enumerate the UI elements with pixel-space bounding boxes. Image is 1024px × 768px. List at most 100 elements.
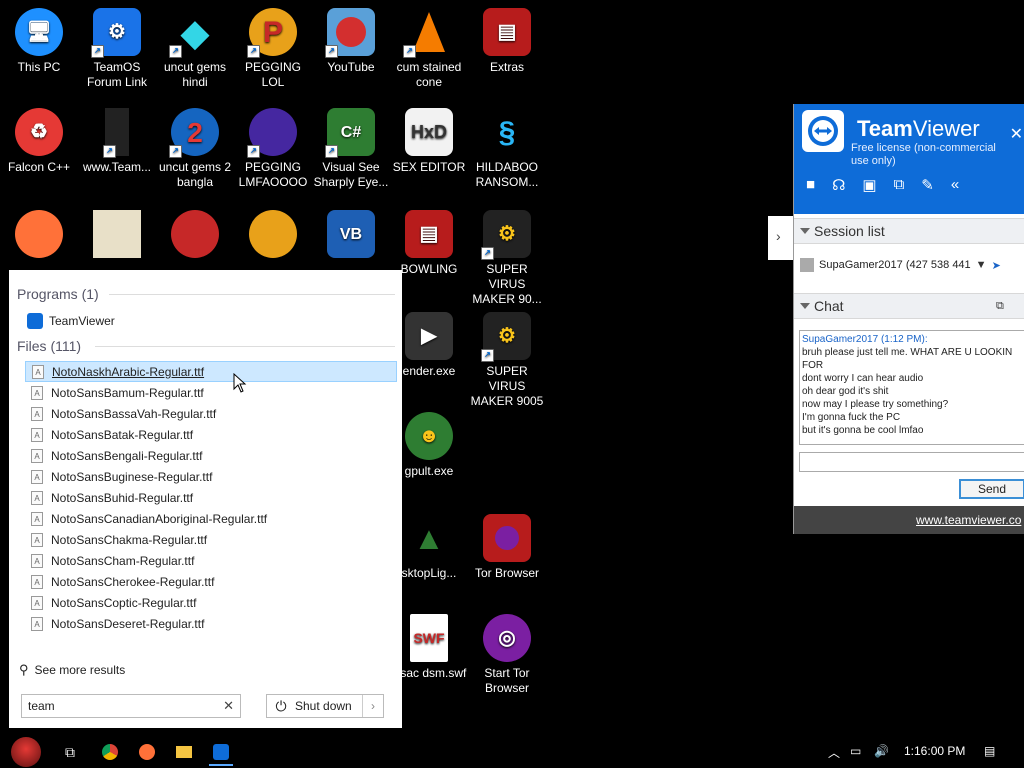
hildaboo-ransom-icon[interactable]: § HILDABOO RANSOM... <box>468 108 546 190</box>
clear-search-icon[interactable]: ✕ <box>223 698 234 714</box>
program-result-teamviewer[interactable]: TeamViewer <box>27 312 115 330</box>
file-result[interactable]: A NotoSansBassaVah-Regular.ttf <box>25 403 397 424</box>
file-result[interactable]: A NotoSansBatak-Regular.ttf <box>25 424 397 445</box>
file-result[interactable]: A NotoSansBuginese-Regular.ttf <box>25 466 397 487</box>
extras-icon[interactable]: ▤ Extras <box>468 8 546 75</box>
file-result[interactable]: A NotoSansCherokee-Regular.ttf <box>25 571 397 592</box>
session-list-header[interactable]: Session list <box>794 218 1024 244</box>
file-result[interactable]: A NotoSansBuhid-Regular.ttf <box>25 487 397 508</box>
font-file-icon: A <box>31 427 43 442</box>
file-icon: ↗ <box>103 108 129 158</box>
chat-line: I'm gonna fuck the PC <box>802 412 901 423</box>
teamviewer-header: TeamViewer Free license (non-commercial … <box>794 104 1024 214</box>
virus-tool-icon: ⚙ ↗ <box>481 210 531 260</box>
chat-sender: SupaGamer2017 (1:12 PM): <box>802 334 928 345</box>
icon-label: PEGGING LOL <box>244 60 301 89</box>
network-icon[interactable]: ▭ <box>850 744 861 758</box>
pegging-lmfaoooo-icon[interactable]: ↗ PEGGING LMFAOOOO <box>234 108 312 190</box>
show-hidden-icons-chevron-icon[interactable]: ︿ <box>828 744 840 761</box>
divider <box>109 294 395 295</box>
teamviewer-collapse-handle[interactable]: › <box>768 216 794 260</box>
chat-message-input[interactable] <box>799 452 1024 472</box>
icon-label: HILDABOO RANSOM... <box>475 160 539 189</box>
pixel-dog-icon <box>93 210 141 258</box>
icon-label: SUPER VIRUS MAKER 9005 <box>470 364 544 408</box>
sex-editor-icon[interactable]: HxD SEX EDITOR <box>390 108 468 175</box>
super-virus-maker-90-icon[interactable]: ⚙ ↗ SUPER VIRUS MAKER 90... <box>468 210 546 307</box>
task-view-icon[interactable]: ⧉ <box>58 740 82 764</box>
start-menu-search-panel: Programs (1) TeamViewer Files (111) A Not… <box>9 270 402 728</box>
action-center-icon[interactable]: ▤ <box>984 744 995 758</box>
file-result[interactable]: A NotoSansCanadianAboriginal-Regular.ttf <box>25 508 397 529</box>
taskbar: ⧉ ︿ ▭ 🔊 1:16:00 PM ▤ <box>0 736 1024 768</box>
collapse-icon[interactable]: « <box>951 176 959 194</box>
gem-desktop-icon[interactable] <box>156 210 234 262</box>
chevron-right-icon: › <box>776 228 781 244</box>
falcon-cpp-icon[interactable]: ♻ Falcon C++ <box>0 108 78 175</box>
file-transfer-icon[interactable]: ⧉ <box>894 176 905 194</box>
chrome-icon[interactable] <box>98 740 122 764</box>
super-virus-maker-9005-icon[interactable]: ⚙ ↗ SUPER VIRUS MAKER 9005 <box>468 312 546 409</box>
clock[interactable]: 1:16:00 PM <box>904 744 965 758</box>
teamviewer-taskbar-icon[interactable] <box>209 740 233 766</box>
shutdown-options-arrow[interactable]: › <box>362 695 383 717</box>
csharp-icon: C# ↗ <box>325 108 375 158</box>
chat-header[interactable]: Chat ⧉ <box>794 293 1024 319</box>
volume-icon[interactable]: 🔊 <box>874 744 889 758</box>
whiteboard-icon[interactable]: ✎ <box>921 176 934 194</box>
icon-label: ender.exe <box>402 364 456 378</box>
www-team-icon[interactable]: ↗ www.Team... <box>78 108 156 175</box>
youtube-icon[interactable]: ↗ YouTube <box>312 8 390 75</box>
visual-see-sharply-icon[interactable]: C# ↗ Visual See Sharply Eye... <box>312 108 390 190</box>
chat-line: now may I please try something? <box>802 399 949 410</box>
see-more-results-link[interactable]: ⚲ See more results <box>19 662 125 678</box>
headset-icon[interactable]: ☊ <box>832 176 845 194</box>
file-result[interactable]: A NotoSansChakma-Regular.ttf <box>25 529 397 550</box>
this-pc-icon[interactable]: 🖥 This PC <box>0 8 78 75</box>
close-icon[interactable]: ✕ <box>1010 124 1023 144</box>
pointer-icon[interactable]: ➤ <box>992 259 1001 272</box>
pixel-dog-desktop-icon[interactable] <box>78 210 156 262</box>
icon-label: gpult.exe <box>404 464 454 478</box>
bowling-icon[interactable]: ▤ BOWLING <box>390 210 468 277</box>
teamos-forum-link-icon[interactable]: ⚙ ↗ TeamOS Forum Link <box>78 8 156 90</box>
firefox-desktop-icon[interactable] <box>0 210 78 262</box>
letter-p-icon <box>249 210 297 258</box>
uncut-gems-2-bangla-icon[interactable]: 2 ↗ uncut gems 2 bangla <box>156 108 234 190</box>
firefox-icon[interactable] <box>135 740 159 764</box>
teamviewer-toolbar: ■ ☊ ▣ ⧉ ✎ « <box>806 176 959 194</box>
archive-icon: ▤ <box>483 8 531 56</box>
power-icon: ⏻ <box>275 697 287 714</box>
file-result[interactable]: A NotoSansBamum-Regular.ttf <box>25 382 397 403</box>
popout-icon[interactable]: ⧉ <box>996 294 1004 318</box>
file-result[interactable]: A NotoSansCham-Regular.ttf <box>25 550 397 571</box>
uncut-gems-hindi-icon[interactable]: ◆ ↗ uncut gems hindi <box>156 8 234 90</box>
teamviewer-website-link[interactable]: www.teamviewer.co <box>916 513 1021 527</box>
flash-file-icon: SWF <box>410 614 448 662</box>
pegging-lol-icon[interactable]: P ↗ PEGGING LOL <box>234 8 312 90</box>
file-explorer-icon[interactable] <box>172 740 196 764</box>
start-button[interactable] <box>8 737 44 767</box>
tor-onion-icon: ◎ <box>483 614 531 662</box>
cone-icon-item[interactable]: ↗ cum stained cone <box>390 8 468 90</box>
collapse-triangle-icon <box>800 303 810 309</box>
session-entry[interactable]: SupaGamer2017 (427 538 441 ▼ ➤ <box>800 258 1001 272</box>
video-icon[interactable]: ■ <box>806 176 815 194</box>
file-result[interactable]: A NotoNaskhArabic-Regular.ttf <box>25 361 397 382</box>
file-result[interactable]: A NotoSansCoptic-Regular.ttf <box>25 592 397 613</box>
start-tor-browser-icon[interactable]: ◎ Start Tor Browser <box>468 614 546 696</box>
file-result[interactable]: A NotoSansBengali-Regular.ttf <box>25 445 397 466</box>
p-logo-desktop-icon[interactable] <box>234 210 312 262</box>
search-input[interactable]: team ✕ <box>21 694 241 718</box>
christmas-tree-icon: ▲ <box>413 519 445 556</box>
chat-bubbles-icon[interactable]: ▣ <box>862 176 876 194</box>
vb-desktop-icon[interactable]: VB <box>312 210 390 262</box>
file-result[interactable]: A NotoSansDeseret-Regular.ttf <box>25 613 397 634</box>
traffic-cone-icon: ↗ <box>403 8 453 58</box>
send-button[interactable]: Send <box>959 479 1024 499</box>
tor-browser-icon[interactable]: Tor Browser <box>468 514 546 581</box>
computer-icon: 🖥 <box>15 8 63 56</box>
dropdown-arrow-icon[interactable]: ▼ <box>976 259 987 271</box>
shutdown-button[interactable]: ⏻ Shut down › <box>266 694 384 718</box>
chat-line: but it's gonna be cool lmfao <box>802 425 924 436</box>
